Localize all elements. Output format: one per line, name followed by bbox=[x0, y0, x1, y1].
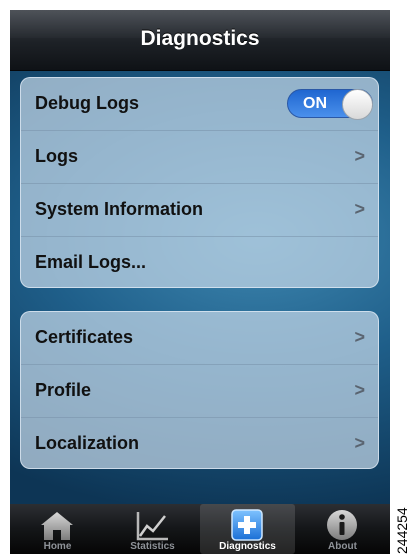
row-label: Certificates bbox=[35, 327, 134, 347]
tab-label: Statistics bbox=[130, 541, 175, 552]
tab-about[interactable]: About bbox=[295, 504, 390, 554]
home-icon bbox=[41, 512, 73, 540]
tab-label: Diagnostics bbox=[219, 541, 276, 552]
tab-home[interactable]: Home bbox=[10, 504, 105, 554]
row-localization[interactable]: Localization > bbox=[21, 418, 378, 468]
debug-logs-toggle[interactable]: ON bbox=[287, 89, 373, 120]
chevron-right-icon: > bbox=[354, 433, 365, 453]
page-title: Diagnostics bbox=[140, 27, 260, 50]
row-label: Email Logs... bbox=[35, 252, 147, 272]
tab-statistics[interactable]: Statistics bbox=[105, 504, 200, 554]
row-label: System Information bbox=[35, 199, 204, 219]
statistics-icon bbox=[136, 512, 168, 541]
tab-diagnostics[interactable]: Diagnostics bbox=[200, 504, 295, 554]
info-icon bbox=[327, 510, 357, 540]
row-debug-logs[interactable]: Debug Logs ON bbox=[21, 78, 378, 131]
diagnostics-icon bbox=[231, 509, 263, 541]
row-label: Localization bbox=[35, 433, 140, 453]
row-profile[interactable]: Profile > bbox=[21, 365, 378, 418]
row-label: Profile bbox=[35, 380, 92, 400]
row-label: Logs bbox=[35, 146, 78, 166]
toggle-knob bbox=[342, 89, 373, 120]
row-logs[interactable]: Logs > bbox=[21, 131, 378, 184]
phone-screen: Diagnostics Debug Logs ON Logs > System … bbox=[10, 10, 390, 554]
tab-bar: Home Statistics Diagnostics About bbox=[10, 504, 390, 554]
row-email-logs[interactable]: Email Logs... bbox=[21, 237, 378, 287]
chevron-right-icon: > bbox=[354, 146, 365, 166]
navigation-bar: Diagnostics bbox=[10, 10, 390, 71]
figure-id: 244254 bbox=[394, 507, 409, 554]
chevron-right-icon: > bbox=[354, 199, 365, 219]
settings-group-config: Certificates > Profile > Localization > bbox=[20, 311, 379, 469]
row-label: Debug Logs bbox=[35, 93, 139, 113]
settings-group-logs: Debug Logs ON Logs > System Information … bbox=[20, 77, 379, 288]
row-certificates[interactable]: Certificates > bbox=[21, 312, 378, 365]
tab-label: About bbox=[328, 541, 357, 552]
chevron-right-icon: > bbox=[354, 327, 365, 347]
chevron-right-icon: > bbox=[354, 380, 365, 400]
tab-label: Home bbox=[43, 541, 72, 552]
row-system-information[interactable]: System Information > bbox=[21, 184, 378, 237]
toggle-state-label: ON bbox=[303, 95, 327, 112]
